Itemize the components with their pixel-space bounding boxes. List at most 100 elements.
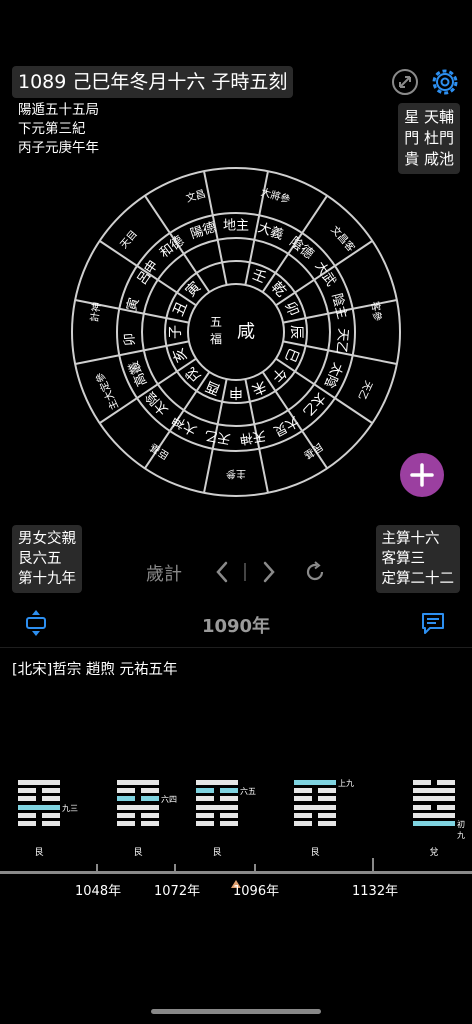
wheel-center-label: 福 (210, 331, 222, 346)
wheel-spoke (144, 195, 171, 234)
wheel-label: 主大定參 (93, 370, 121, 412)
timeline-tick (372, 858, 374, 872)
info-line: 陽遁五十五局 (18, 102, 99, 118)
top-left-info: 陽遁五十五局 下元第三紀 丙子元庚午年 (14, 101, 103, 158)
next-chevron-icon[interactable] (261, 560, 277, 588)
wheel-label: 天目 (119, 229, 140, 251)
hexagram-name: 艮 (310, 848, 320, 858)
hexagram[interactable] (196, 780, 238, 829)
hexagram-line (413, 796, 455, 802)
wheel-label: 卯 (122, 332, 138, 346)
prev-chevron-icon[interactable] (214, 560, 230, 588)
wheel-label: 子 (168, 325, 184, 339)
hexagram-line (196, 788, 238, 794)
wheel-label: 亥 (170, 345, 190, 364)
hexagram-line (117, 812, 159, 818)
wheel-label: 主參 (226, 468, 246, 481)
hexagram-line (413, 780, 455, 785)
wheel-label: 天乙 (203, 427, 231, 446)
wheel-label: 未 (249, 377, 268, 397)
hexagram-name: 艮 (212, 848, 222, 858)
info-line: 下元第三紀 (18, 121, 86, 137)
hexagram-line (413, 804, 455, 810)
wheel-center-label: 五 (210, 315, 222, 329)
hexagram-line (196, 820, 238, 826)
wheel-label: 文昌 (184, 187, 207, 205)
wheel-spoke (258, 448, 269, 494)
bottom-right-info: 主算十六 客算三 定算二十二 (375, 525, 460, 593)
hexagram-line-label: 六五 (240, 787, 256, 797)
hexagram-line (413, 820, 455, 826)
mode-label[interactable]: 歲計 (146, 560, 182, 586)
wheel-spoke (203, 448, 214, 494)
hexagram-line (196, 796, 238, 802)
hexagram-line-label: 九三 (62, 803, 78, 813)
wheel-label: 太陰 (143, 388, 172, 417)
info-line: 主算十六 (381, 531, 440, 547)
hexagram-line (117, 788, 159, 794)
hexagram-line (18, 796, 60, 802)
date-header[interactable]: 1089 己巳年冬月十六 子時五刻 (12, 66, 294, 98)
wheel-label: 和德 (157, 234, 187, 262)
wheel-label: 地主 (223, 219, 249, 234)
wheel-label: 申 (229, 384, 243, 400)
expand-icon[interactable] (390, 67, 420, 97)
wheel-spoke (352, 354, 398, 365)
wheel-label: 陰主 (328, 292, 349, 321)
hexagram[interactable] (18, 780, 60, 829)
hexagram-line-label: 上九 (338, 779, 354, 788)
hexagram-line (196, 812, 238, 818)
hexagram[interactable] (117, 780, 159, 829)
hexagram-name: 艮 (133, 848, 143, 858)
hexagram-line (294, 812, 336, 818)
timeline-label: 1072年 (154, 884, 201, 899)
hexagram-line (117, 780, 159, 785)
wheel-center-label: 咸 (237, 322, 255, 343)
hexagram[interactable] (294, 780, 336, 829)
wheel-label: 天乙 (355, 379, 374, 402)
timeline-label: 1096年 (233, 884, 280, 899)
wheel-label: 巳 (281, 345, 301, 364)
hexagram-line (294, 796, 336, 802)
wheel-label: 辰 (288, 325, 304, 339)
hexagram-name: 兌 (429, 848, 439, 858)
hexagram-line (294, 788, 336, 794)
hexagram-line (18, 820, 60, 826)
wheel-label: 陰德 (286, 235, 316, 263)
wheel-label: 丑 (170, 300, 190, 319)
wheel-label: 壬 (249, 266, 268, 286)
hexagram[interactable] (413, 780, 455, 829)
hexagram-name: 艮 (34, 848, 44, 858)
section-divider (0, 647, 472, 648)
control-divider (244, 563, 246, 581)
refresh-icon[interactable] (303, 560, 327, 588)
timeline-tick (174, 864, 176, 872)
home-indicator (151, 1009, 321, 1014)
hexagram-line-label: 六四 (161, 795, 177, 805)
hexagram-line (18, 780, 60, 785)
comment-icon[interactable] (420, 610, 446, 640)
info-line: 艮六五 (18, 551, 62, 567)
wheel-spoke (301, 195, 328, 234)
taiyi-wheel[interactable]: 壬乾卯辰巳午未申酉戌亥子丑寅地主 大義陰德大武陰主天乙太陰太乙大炅天神天乙大神太陰… (70, 166, 402, 498)
info-line: 丙子元庚午年 (18, 140, 99, 156)
hexagram-line (18, 788, 60, 794)
add-button[interactable] (400, 453, 444, 497)
info-line: 第十九年 (18, 571, 76, 587)
hexagram-line (117, 820, 159, 826)
settings-gear-icon[interactable] (429, 66, 459, 96)
bottom-left-info: 男女交親 艮六五 第十九年 (12, 525, 82, 593)
hexagram-line (413, 812, 455, 818)
top-right-info: 星 天輔 門 杜門 貴 咸池 (398, 103, 460, 174)
timeline-label: 1048年 (75, 884, 122, 899)
timeline-tick (254, 864, 256, 872)
info-line: 門 杜門 (404, 129, 454, 147)
info-line: 定算二十二 (381, 571, 455, 587)
hexagram-line (294, 780, 336, 785)
wheel-label: 文昌客 (328, 223, 358, 254)
wheel-label: 大義 (256, 220, 286, 244)
info-line: 客算三 (381, 551, 426, 567)
hexagram-line (196, 780, 238, 785)
hexagram-line (18, 804, 60, 810)
hexagram-line (117, 804, 159, 810)
